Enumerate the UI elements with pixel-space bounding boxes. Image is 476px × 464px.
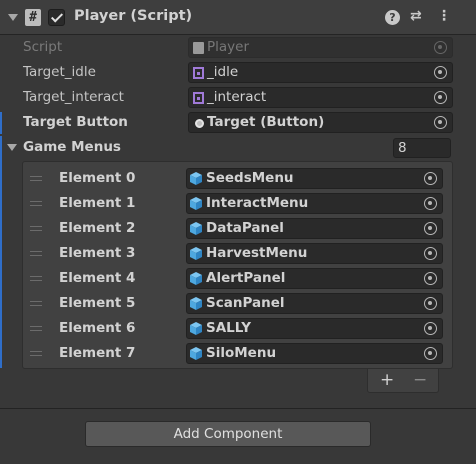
- drag-handle-icon[interactable]: [30, 251, 42, 256]
- target-interact-field[interactable]: _interact: [188, 87, 453, 108]
- element-value: DataPanel: [206, 220, 284, 236]
- target-idle-value: _idle: [207, 64, 239, 80]
- object-picker-icon[interactable]: [424, 197, 437, 210]
- object-picker-icon[interactable]: [424, 247, 437, 260]
- element-object-field[interactable]: AlertPanel: [186, 268, 443, 289]
- element-value: InteractMenu: [206, 195, 309, 211]
- script-value: Player: [207, 39, 250, 55]
- gameobject-icon: [190, 272, 202, 285]
- element-value: SeedsMenu: [206, 170, 294, 186]
- presets-icon[interactable]: ⇄: [410, 8, 422, 24]
- object-picker-icon[interactable]: [434, 66, 447, 79]
- element-object-field[interactable]: HarvestMenu: [186, 243, 443, 264]
- component-header: # Player (Script) ? ⇄ ⋮: [0, 0, 476, 35]
- element-object-field[interactable]: DataPanel: [186, 218, 443, 239]
- drag-handle-icon[interactable]: [30, 301, 42, 306]
- drag-handle-icon[interactable]: [30, 326, 42, 331]
- target-interact-label: Target_interact: [23, 89, 124, 105]
- script-field: Player: [188, 37, 453, 58]
- context-menu-icon[interactable]: ⋮: [437, 8, 451, 24]
- gameobject-icon: [190, 247, 202, 260]
- list-footer: + −: [367, 369, 439, 393]
- remove-element-button[interactable]: −: [413, 370, 427, 390]
- element-value: HarvestMenu: [206, 245, 308, 261]
- element-label: Element 1: [59, 195, 136, 211]
- script-icon: #: [25, 9, 41, 26]
- object-picker-icon[interactable]: [424, 272, 437, 285]
- object-picker-icon[interactable]: [434, 91, 447, 104]
- drag-handle-icon[interactable]: [30, 176, 42, 181]
- animation-clip-icon: [193, 67, 204, 79]
- gameobject-icon: [190, 322, 202, 335]
- add-element-button[interactable]: +: [380, 370, 394, 390]
- element-label: Element 3: [59, 245, 136, 261]
- gameobject-icon: [190, 197, 202, 210]
- enabled-checkbox[interactable]: [48, 9, 65, 26]
- add-component-button[interactable]: Add Component: [85, 421, 371, 447]
- element-object-field[interactable]: InteractMenu: [186, 193, 443, 214]
- script-label: Script: [23, 39, 63, 55]
- target-button-label: Target Button: [23, 114, 128, 130]
- gameobject-icon: [190, 347, 202, 360]
- object-picker-icon[interactable]: [424, 347, 437, 360]
- element-label: Element 7: [59, 345, 136, 361]
- drag-handle-icon[interactable]: [30, 351, 42, 356]
- object-picker-icon: [434, 41, 447, 54]
- gameobject-icon: [190, 172, 202, 185]
- element-object-field[interactable]: SALLY: [186, 318, 443, 339]
- button-icon: [195, 119, 204, 128]
- element-value: ScanPanel: [206, 295, 285, 311]
- gameobject-icon: [190, 222, 202, 235]
- object-picker-icon[interactable]: [424, 222, 437, 235]
- modified-indicator: [0, 136, 2, 368]
- modified-indicator: [0, 112, 2, 134]
- game-menus-foldout-icon[interactable]: [7, 144, 17, 151]
- element-object-field[interactable]: ScanPanel: [186, 293, 443, 314]
- element-object-field[interactable]: SiloMenu: [186, 343, 443, 364]
- element-value: SiloMenu: [206, 345, 277, 361]
- element-label: Element 0: [59, 170, 136, 186]
- help-icon[interactable]: ?: [385, 10, 400, 25]
- script-icon: [193, 42, 204, 54]
- object-picker-icon[interactable]: [424, 172, 437, 185]
- element-label: Element 5: [59, 295, 136, 311]
- target-interact-value: _interact: [207, 89, 267, 105]
- element-label: Element 2: [59, 220, 136, 236]
- foldout-arrow-icon[interactable]: [8, 14, 18, 21]
- divider: [0, 408, 476, 409]
- element-object-field[interactable]: SeedsMenu: [186, 168, 443, 189]
- object-picker-icon[interactable]: [424, 297, 437, 310]
- array-size-input[interactable]: 8: [393, 138, 451, 158]
- element-label: Element 6: [59, 320, 136, 336]
- object-picker-icon[interactable]: [424, 322, 437, 335]
- drag-handle-icon[interactable]: [30, 201, 42, 206]
- target-button-value: Target (Button): [207, 114, 325, 130]
- element-value: SALLY: [206, 320, 252, 336]
- drag-handle-icon[interactable]: [30, 276, 42, 281]
- target-idle-field[interactable]: _idle: [188, 62, 453, 83]
- drag-handle-icon[interactable]: [30, 226, 42, 231]
- game-menus-label[interactable]: Game Menus: [23, 139, 121, 155]
- component-title: Player (Script): [74, 8, 193, 24]
- object-picker-icon[interactable]: [434, 116, 447, 129]
- target-button-field[interactable]: Target (Button): [188, 112, 453, 133]
- element-label: Element 4: [59, 270, 136, 286]
- gameobject-icon: [190, 297, 202, 310]
- target-idle-label: Target_idle: [23, 64, 96, 80]
- animation-clip-icon: [193, 92, 204, 104]
- element-value: AlertPanel: [206, 270, 286, 286]
